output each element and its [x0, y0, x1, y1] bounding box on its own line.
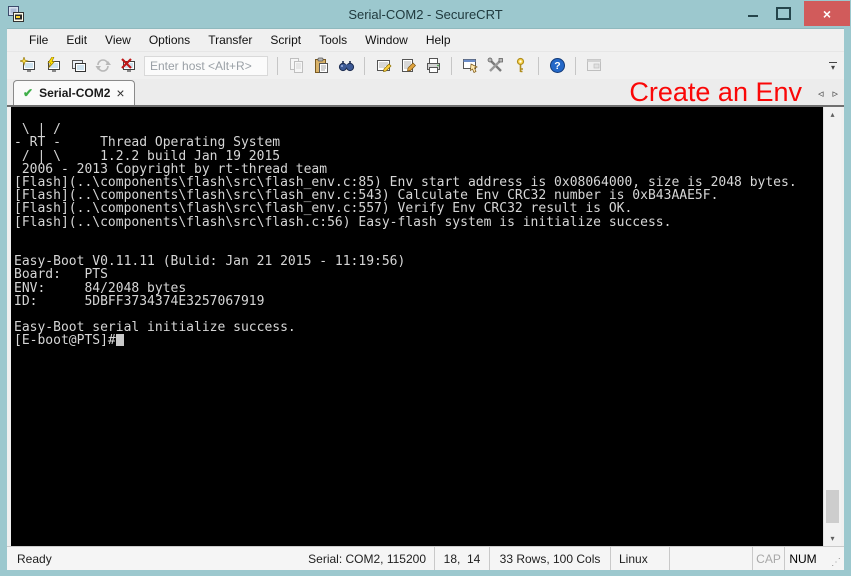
status-terminal-size: 33 Rows, 100 Cols [489, 547, 610, 570]
quick-connect-button[interactable] [42, 55, 64, 77]
client-area: File Edit View Options Transfer Script T… [7, 28, 844, 570]
toolbar: ? ▾ [7, 51, 844, 79]
raw-log-session-icon [400, 57, 417, 74]
minimize-button[interactable] [738, 0, 768, 26]
resize-grip-icon[interactable]: ⋰ [821, 547, 844, 570]
tab-scroll-left-icon[interactable]: ◃ [818, 89, 824, 100]
svg-text:?: ? [554, 60, 560, 72]
paste-button[interactable] [310, 55, 332, 77]
menu-item-transfer[interactable]: Transfer [199, 30, 261, 50]
session-options-icon [462, 57, 479, 74]
key-icon [512, 57, 529, 74]
tab-scroll-buttons: ◃ ▹ [818, 89, 838, 100]
connect-in-tab-icon [70, 57, 87, 74]
title-bar[interactable]: Serial-COM2 - SecureCRT × [0, 0, 851, 28]
terminal-prompt: [E-boot@PTS]# [14, 333, 116, 348]
session-wizard-button[interactable] [17, 55, 39, 77]
connect-in-tab-button[interactable] [67, 55, 89, 77]
scroll-down-icon[interactable]: ▾ [824, 531, 841, 546]
toolbar-separator [538, 57, 539, 75]
session-manager-icon [586, 57, 603, 74]
terminal-right-gutter [841, 107, 844, 546]
disconnect-icon [120, 57, 137, 74]
disconnect-button[interactable] [117, 55, 139, 77]
menu-item-help[interactable]: Help [417, 30, 460, 50]
toolbar-separator [364, 57, 365, 75]
toolbar-separator [451, 57, 452, 75]
menu-item-tools[interactable]: Tools [310, 30, 356, 50]
copy-button[interactable] [285, 55, 307, 77]
copy-icon [288, 57, 305, 74]
session-wizard-icon [20, 57, 37, 74]
menu-item-view[interactable]: View [96, 30, 140, 50]
minimize-icon [748, 15, 758, 17]
menu-item-edit[interactable]: Edit [57, 30, 96, 50]
toolbar-separator [277, 57, 278, 75]
session-manager-button[interactable] [583, 55, 605, 77]
print-icon [425, 57, 442, 74]
reconnect-icon [95, 57, 112, 74]
terminal-output[interactable]: \ | / - RT - Thread Operating System / |… [11, 107, 823, 546]
terminal-cursor [116, 334, 124, 346]
status-emulation: Linux [610, 547, 669, 570]
status-bar: Ready Serial: COM2, 115200 18, 14 33 Row… [7, 546, 844, 570]
status-serial-info: Serial: COM2, 115200 [286, 547, 434, 570]
scroll-up-icon[interactable]: ▴ [824, 107, 841, 122]
reconnect-button[interactable] [92, 55, 114, 77]
help-button[interactable]: ? [546, 55, 568, 77]
terminal-scrollbar[interactable]: ▴ ▾ [823, 107, 841, 546]
status-empty-segment [669, 547, 752, 570]
help-icon: ? [549, 57, 566, 74]
log-session-button[interactable] [372, 55, 394, 77]
find-button[interactable] [335, 55, 357, 77]
toolbar-overflow-button[interactable]: ▾ [826, 62, 840, 70]
toolbar-separator [575, 57, 576, 75]
keygen-button[interactable] [509, 55, 531, 77]
status-cursor-position: 18, 14 [434, 547, 489, 570]
session-options-button[interactable] [459, 55, 481, 77]
status-caps-lock: CAP [752, 547, 784, 570]
terminal-text: \ | / - RT - Thread Operating System / |… [14, 122, 797, 335]
close-button[interactable]: × [804, 1, 850, 26]
close-icon: × [823, 6, 831, 22]
log-session-icon [375, 57, 392, 74]
global-options-icon [487, 57, 504, 74]
menu-item-script[interactable]: Script [261, 30, 310, 50]
terminal-area: \ | / - RT - Thread Operating System / |… [7, 107, 844, 546]
tab-label: Serial-COM2 [39, 86, 110, 100]
tab-scroll-right-icon[interactable]: ▹ [832, 89, 838, 100]
app-icon [7, 5, 25, 23]
print-button[interactable] [422, 55, 444, 77]
host-input[interactable] [144, 56, 268, 76]
scrollbar-thumb[interactable] [826, 490, 839, 523]
raw-log-session-button[interactable] [397, 55, 419, 77]
status-num-lock: NUM [784, 547, 821, 570]
tab-close-icon[interactable]: × [116, 87, 124, 99]
window-title: Serial-COM2 - SecureCRT [0, 7, 851, 22]
scrollbar-track[interactable] [824, 122, 841, 531]
menu-bar: File Edit View Options Transfer Script T… [7, 29, 844, 51]
tab-serial-com2[interactable]: ✔ Serial-COM2 × [13, 80, 135, 105]
find-icon [338, 57, 355, 74]
paste-icon [313, 57, 330, 74]
maximize-button[interactable] [768, 0, 798, 26]
menu-item-window[interactable]: Window [356, 30, 417, 50]
connected-check-icon: ✔ [23, 86, 33, 100]
global-options-button[interactable] [484, 55, 506, 77]
tab-bar: ✔ Serial-COM2 × Create an Env ◃ ▹ [7, 79, 844, 107]
maximize-icon [776, 7, 791, 20]
status-ready: Ready [7, 547, 286, 570]
chevron-down-icon: ▾ [831, 65, 835, 70]
menu-item-file[interactable]: File [20, 30, 57, 50]
securecrt-window: Serial-COM2 - SecureCRT × File Edit View… [0, 0, 851, 576]
quick-connect-icon [45, 57, 62, 74]
menu-item-options[interactable]: Options [140, 30, 199, 50]
annotation-create-env: Create an Env [629, 78, 802, 106]
window-controls: × [738, 0, 851, 28]
